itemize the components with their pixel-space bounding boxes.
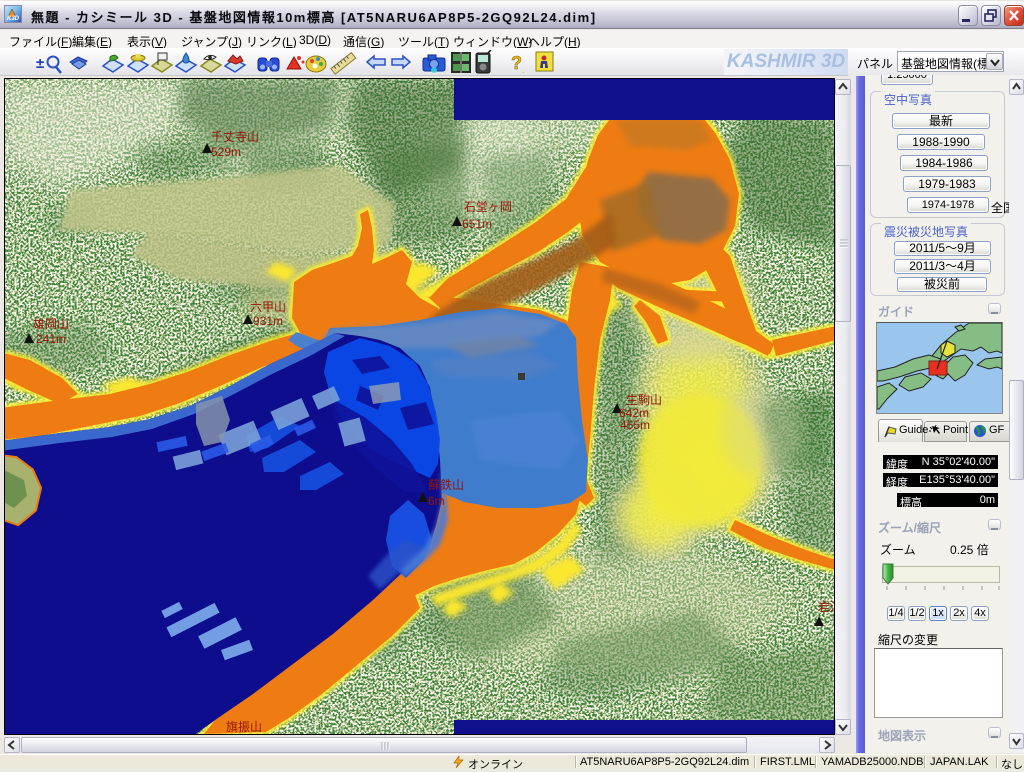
svg-text:651m: 651m (462, 217, 492, 231)
svg-text:±: ± (36, 55, 44, 72)
svg-text:931m: 931m (253, 314, 283, 328)
svg-text:蘇鉄山: 蘇鉄山 (428, 477, 464, 492)
svg-text:?: ? (511, 53, 522, 73)
svg-text:455m: 455m (620, 418, 650, 432)
svg-text:岩湧山: 岩湧山 (818, 599, 834, 614)
svg-text:六甲山: 六甲山 (250, 300, 286, 314)
svg-text:241m: 241m (36, 332, 66, 346)
svg-text:.: . (522, 65, 525, 76)
svg-text:雄岡山: 雄岡山 (33, 316, 69, 331)
svg-text:生駒山: 生駒山 (626, 393, 662, 407)
svg-text:旗振山: 旗振山 (226, 719, 262, 734)
svg-text:529m: 529m (211, 145, 241, 159)
svg-text:石堂ヶ岡: 石堂ヶ岡 (464, 200, 512, 214)
svg-text:K3D: K3D (7, 16, 20, 22)
svg-text:千丈寺山: 千丈寺山 (211, 130, 259, 144)
svg-text:6m: 6m (428, 494, 445, 508)
